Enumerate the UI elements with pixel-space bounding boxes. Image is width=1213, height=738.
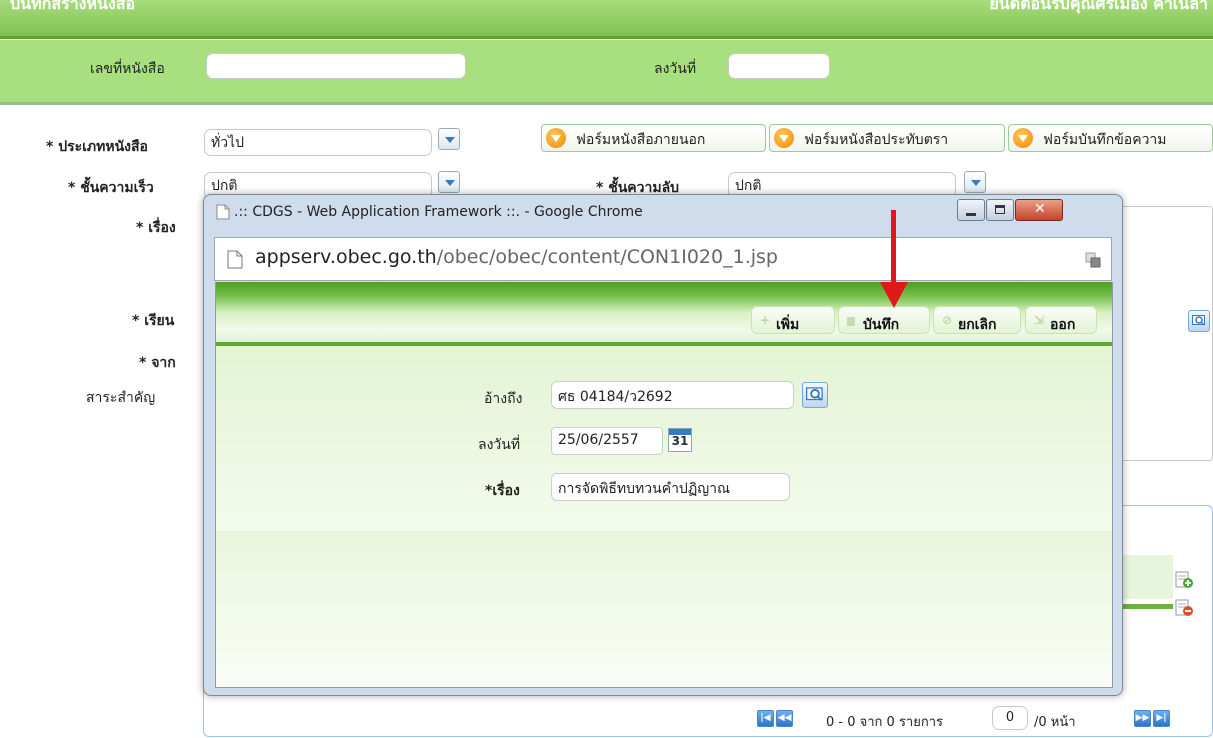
popup-window: .:: CDGS - Web Application Framework ::.… [203,194,1123,696]
add-button[interactable]: + เพิ่ม [751,306,835,334]
address-bar[interactable]: appserv.obec.go.th/obec/obec/content/CON… [214,237,1112,281]
toolbar-band: + เพิ่ม บันทึก ⊘ ยกเลิก ⇲ ออก [216,282,1112,346]
page-icon [216,204,230,220]
pager-summary: 0 - 0 จาก 0 รายการ [826,715,944,730]
date-label: ลงวันที่ [654,61,697,77]
close-button[interactable]: ✕ [1015,199,1063,221]
doc-no-label: เลขที่หนังสือ [90,61,165,77]
doc-type-label: * ประเภทหนังสือ [46,139,148,155]
document-icon [227,250,243,269]
popup-lower-area [216,531,1112,687]
calendar-day: 31 [671,434,689,448]
download-icon [546,128,566,148]
doc-type-dropdown-button[interactable] [438,128,460,150]
calendar-icon[interactable]: 31 [668,428,692,452]
summary-label: สาระสำคัญ [86,390,156,406]
close-icon: ✕ [1034,201,1046,217]
cancel-icon: ⊘ [942,313,953,327]
popup-subject-input[interactable]: การจัดพิธีทบทวนคำปฏิญาณ [551,473,790,501]
download-icon [1013,128,1033,148]
window-title: .:: CDGS - Web Application Framework ::.… [234,204,643,220]
to-search-button[interactable] [1188,310,1210,332]
disk-icon [847,317,855,326]
save-button[interactable]: บันทึก [838,306,930,334]
doc-no-input[interactable] [206,53,466,79]
maximize-button[interactable] [986,199,1014,221]
add-row-icon[interactable] [1174,570,1194,590]
exit-button[interactable]: ⇲ ออก [1025,306,1097,334]
popup-subject-label: *เรื่อง [485,483,520,499]
last-page-button[interactable]: ▶| [1153,710,1170,727]
speed-label: * ชั้นความเร็ว [68,180,154,196]
memo-form-label: ฟอร์มบันทึกข้อความ [1043,132,1167,148]
ref-search-button[interactable] [802,382,828,408]
exit-label: ออก [1050,317,1076,333]
url-path: /obec/obec/content/CON1I020_1.jsp [436,246,778,268]
page-total: /0 หน้า [1034,715,1076,730]
subject-textarea[interactable] [1118,206,1213,461]
delete-row-icon[interactable] [1174,598,1194,618]
memo-form-button[interactable]: ฟอร์มบันทึกข้อความ [1008,124,1213,152]
url-domain: appserv.obec.go.th [255,246,437,268]
cancel-button[interactable]: ⊘ ยกเลิก [933,306,1021,334]
download-icon [774,128,794,148]
stamped-letter-form-label: ฟอร์มหนังสือประทับตรา [804,132,949,148]
date-input[interactable] [728,53,830,79]
prev-page-button[interactable]: ◀◀ [776,710,793,727]
date-input[interactable]: 25/06/2557 [551,427,663,455]
date-label: ลงวันที่ [478,437,521,453]
external-letter-form-button[interactable]: ฟอร์มหนังสือภายนอก [541,124,766,152]
doc-info-band: เลขที่หนังสือ ลงวันที่ [0,40,1213,105]
page-number-input[interactable]: 0 [992,706,1028,730]
external-letter-form-label: ฟอร์มหนังสือภายนอก [576,132,706,148]
to-label: * เรียน [132,313,175,329]
save-label: บันทึก [863,317,900,333]
doc-type-select[interactable]: ทั่วไป [204,129,432,156]
top-header: บันทึกสร้างหนังสือ ยินดีต้อนรับคุณศรีเมื… [0,0,1213,39]
speed-dropdown-button[interactable] [438,171,460,193]
url-text: appserv.obec.go.th/obec/obec/content/CON… [255,246,778,268]
stamped-letter-form-button[interactable]: ฟอร์มหนังสือประทับตรา [769,124,1005,152]
next-page-button[interactable]: ▶▶ [1134,710,1151,727]
cancel-label: ยกเลิก [958,317,997,333]
page-title: บันทึกสร้างหนังสือ [10,0,136,13]
subject-label: * เรื่อง [136,220,176,236]
translate-icon[interactable] [1085,252,1101,268]
minimize-button[interactable] [957,199,985,221]
annotation-arrow-shaft [891,210,896,290]
plus-icon: + [760,313,771,327]
add-label: เพิ่ม [776,317,800,333]
welcome-user: ยินดีต้อนรับคุณศรีเมือง คำเนลา [989,0,1208,13]
secret-dropdown-button[interactable] [964,171,986,193]
popup-content: + เพิ่ม บันทึก ⊘ ยกเลิก ⇲ ออก อ้างถึง ศธ… [215,282,1113,688]
first-page-button[interactable]: |◀ [757,710,774,727]
from-label: * จาก [139,355,176,371]
ref-input[interactable]: ศธ 04184/ว2692 [551,381,794,409]
reference-form: อ้างถึง ศธ 04184/ว2692 ลงวันที่ 25/06/25… [216,346,1112,531]
exit-icon: ⇲ [1034,313,1045,327]
annotation-arrow-head [880,282,908,308]
ref-label: อ้างถึง [484,391,523,407]
